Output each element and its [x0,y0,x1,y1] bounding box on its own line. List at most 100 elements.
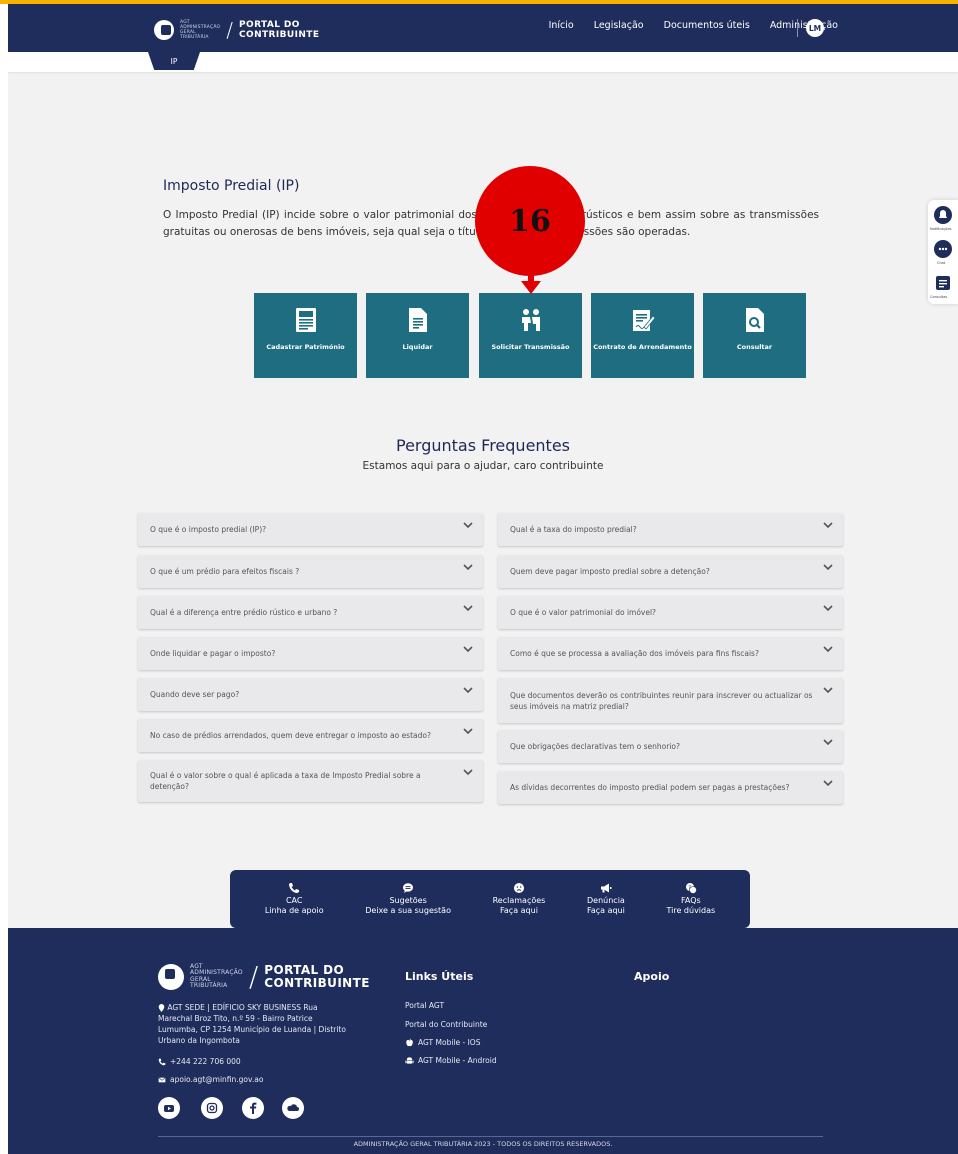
faq-item[interactable]: O que é o imposto predial (IP)? [138,513,483,546]
service-label: Liquidar [402,343,433,351]
footer-links-title: Links Úteis [405,970,474,983]
nav-documentos-uteis[interactable]: Documentos úteis [664,20,750,31]
service-tile-consultar[interactable]: Consultar [703,293,806,378]
chevron-down-icon [463,564,473,571]
contact-title: FAQs [681,896,701,905]
chevron-down-icon [463,728,473,735]
footer-address: AGT SEDE | EDÍFICIO SKY BUSINESS Rua Mar… [158,1002,348,1046]
footer-email[interactable]: apoio.agt@minfin.gov.ao [158,1075,263,1084]
chevron-down-icon [823,605,833,612]
faq-item[interactable]: Qual é o valor sobre o qual é aplicada a… [138,760,483,802]
youtube-icon [164,1105,174,1112]
location-pin-icon [158,1004,165,1012]
service-tile-liquidar[interactable]: Liquidar [366,293,469,378]
facebook-link[interactable] [242,1097,264,1119]
phone-icon [158,1058,166,1065]
service-tile-contrato-arrendamento[interactable]: Contrato de Arrendamento [591,293,694,378]
contact-cac[interactable]: CAC Linha de apoio [265,882,324,916]
faq-item[interactable]: Qual é a taxa do imposto predial? [498,513,843,546]
contact-subtitle: Faça aqui [586,906,625,915]
contact-title: Reclamações [492,896,546,905]
faq-item[interactable]: No caso de prédios arrendados, quem deve… [138,719,483,752]
side-label-notificacoes: Notificações [930,227,952,231]
page-frame: AGT ADMINISTRAÇÃO GERAL TRIBUTÁRIA / POR… [8,4,958,1154]
footer-link-portal-agt[interactable]: Portal AGT [405,1001,444,1010]
instagram-link[interactable] [201,1097,223,1119]
contact-bar: CAC Linha de apoio Sugetões Deixe a sua … [230,870,750,928]
contact-reclamacoes[interactable]: Reclamações Faça aqui [492,882,546,916]
logo-line: TRIBUTÁRIA [190,982,228,989]
logo-title: PORTAL DO CONTRIBUINTE [239,20,319,40]
footer-phone-text: +244 222 706 000 [170,1057,241,1066]
contact-faqs[interactable]: ? FAQs Tire dúvidas [666,882,715,916]
faq-item[interactable]: Onde liquidar e pagar o imposto? [138,637,483,670]
svg-text:?: ? [688,885,691,891]
faq-question: Qual é o valor sobre o qual é aplicada a… [150,771,421,791]
consultas-icon[interactable] [934,274,952,292]
youtube-link[interactable] [158,1097,180,1119]
logo-divider: / [248,960,259,993]
footer-address-text: AGT SEDE | EDÍFICIO SKY BUSINESS Rua Mar… [158,1003,346,1045]
logo-title-line-2: CONTRIBUINTE [239,30,320,40]
contact-denuncia[interactable]: Denúncia Faça aqui [587,882,625,916]
faq-question: Que obrigações declarativas tem o senhor… [510,742,680,751]
nav-legislacao[interactable]: Legislação [594,20,644,31]
faq-question: No caso de prédios arrendados, quem deve… [150,731,431,740]
footer-logo[interactable]: AGT ADMINISTRAÇÃO GERAL TRIBUTÁRIA / POR… [158,960,370,993]
chevron-down-icon [823,739,833,746]
faq-item[interactable]: O que é um prédio para efeitos fiscais ? [138,555,483,588]
logo-org-name: AGT ADMINISTRAÇÃO GERAL TRIBUTÁRIA [190,963,243,990]
chevron-down-icon [823,780,833,787]
service-tile-cadastrar-patrimonio[interactable]: Cadastrar Património [254,293,357,378]
footer-link-agt-mobile-ios[interactable]: AGT Mobile - IOS [405,1038,480,1047]
chevron-down-icon [823,522,833,529]
soundcloud-icon [287,1104,299,1111]
footer-copyright: ADMINISTRAÇÃO GERAL TRIBUTÁRIA 2023 - TO… [353,1140,613,1148]
contact-sugestoes[interactable]: Sugetões Deixe a sua sugestão [365,882,451,916]
contact-subtitle: Faça aqui [500,906,538,915]
footer-link-portal-contribuinte[interactable]: Portal do Contribuinte [405,1020,487,1029]
main-nav: Início Legislação Documentos úteis Admin… [549,20,838,31]
faq-item[interactable]: Que documentos deverão os contribuintes … [498,678,843,723]
faq-item[interactable]: As dívidas decorrentes do imposto predia… [498,771,843,804]
logo-org-name: AGT ADMINISTRAÇÃO GERAL TRIBUTÁRIA [180,20,220,40]
chevron-down-icon [463,646,473,653]
logo-line: TRIBUTÁRIA [180,35,209,40]
agt-logo-icon [154,20,174,40]
nav-administracao[interactable]: Administração [770,20,838,31]
notification-bell-icon[interactable] [934,206,952,224]
faq-item[interactable]: Qual é a diferença entre prédio rústico … [138,596,483,629]
nav-inicio[interactable]: Início [549,20,574,31]
faq-item[interactable]: Como é que se processa a avaliação dos i… [498,637,843,670]
search-document-icon [745,308,764,332]
side-label-consultas: Consultas [930,295,948,299]
contact-subtitle: Tire dúvidas [666,906,716,915]
nav-separator [797,19,798,37]
user-avatar[interactable]: LM [806,19,824,37]
faq-item[interactable]: Quem deve pagar imposto predial sobre a … [498,555,843,588]
faq-question: Quando deve ser pago? [150,690,240,699]
faq-question: O que é o valor patrimonial do imóvel? [510,608,657,617]
contact-subtitle: Linha de apoio [264,906,324,915]
faq-item[interactable]: O que é o valor patrimonial do imóvel? [498,596,843,629]
faq-title: Perguntas Frequentes [396,436,570,455]
footer-link-agt-mobile-android[interactable]: AGT Mobile - Android [405,1056,497,1065]
facebook-icon [250,1102,257,1114]
chat-bubble-icon [403,883,414,893]
apple-icon [406,1038,413,1047]
footer-link-label: Portal do Contribuinte [405,1020,488,1029]
service-label: Solicitar Transmissão [491,343,570,351]
footer-support-title: Apoio [634,970,670,983]
faq-item[interactable]: Que obrigações declarativas tem o senhor… [498,730,843,763]
tab-ip[interactable]: IP [148,52,200,70]
chevron-down-icon [823,687,833,694]
service-tile-solicitar-transmissao[interactable]: Solicitar Transmissão [479,293,582,378]
faq-question: Que documentos deverão os contribuintes … [510,690,813,711]
faq-question: Quem deve pagar imposto predial sobre a … [510,567,710,576]
portal-logo[interactable]: AGT ADMINISTRAÇÃO GERAL TRIBUTÁRIA / POR… [154,18,319,42]
contact-title: Denúncia [587,896,625,905]
faq-icon: ? [685,883,697,894]
soundcloud-link[interactable] [282,1097,304,1119]
chat-icon[interactable] [934,240,952,258]
faq-item[interactable]: Quando deve ser pago? [138,678,483,711]
